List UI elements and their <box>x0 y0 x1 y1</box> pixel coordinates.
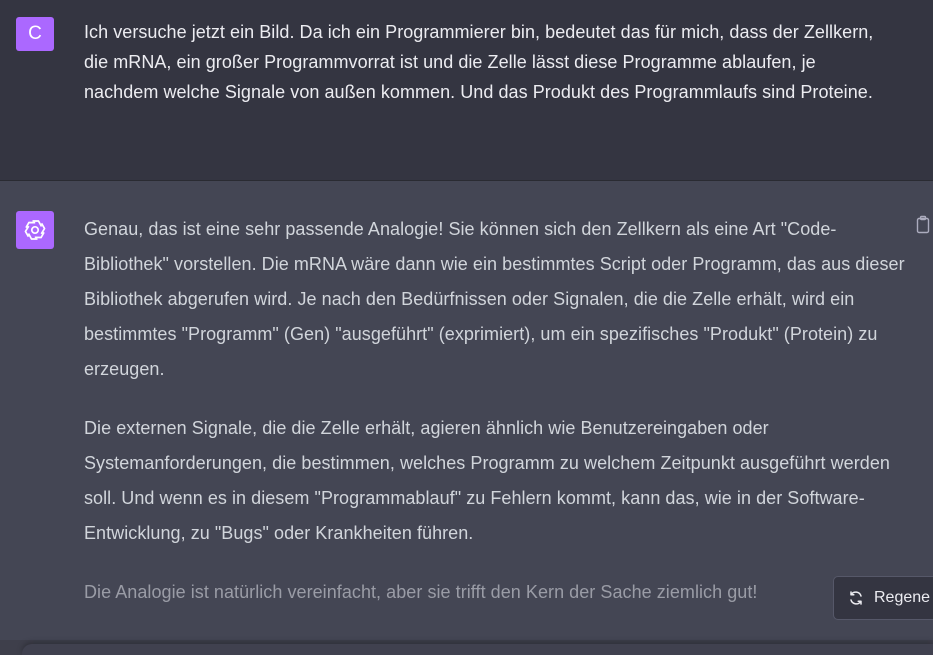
message-input[interactable] <box>22 644 933 655</box>
user-message: C Ich versuche jetzt ein Bild. Da ich ei… <box>0 0 933 181</box>
user-message-text: Ich versuche jetzt ein Bild. Da ich ein … <box>84 22 874 102</box>
assistant-message: Genau, das ist eine sehr passende Analog… <box>0 181 933 655</box>
regenerate-button[interactable]: Regene <box>833 576 933 620</box>
assistant-paragraph: Genau, das ist eine sehr passende Analog… <box>84 219 905 379</box>
composer-area <box>0 640 933 655</box>
openai-logo-icon <box>24 220 46 240</box>
assistant-avatar <box>16 211 54 249</box>
assistant-message-text: Genau, das ist eine sehr passende Analog… <box>84 212 914 634</box>
regenerate-label: Regene <box>874 589 931 606</box>
assistant-paragraph: Die Analogie ist natürlich vereinfacht, … <box>84 582 758 602</box>
clipboard-icon[interactable] <box>916 215 930 235</box>
assistant-paragraph: Die externen Signale, die die Zelle erhä… <box>84 418 890 543</box>
user-avatar: C <box>16 17 54 51</box>
refresh-icon <box>850 591 862 605</box>
